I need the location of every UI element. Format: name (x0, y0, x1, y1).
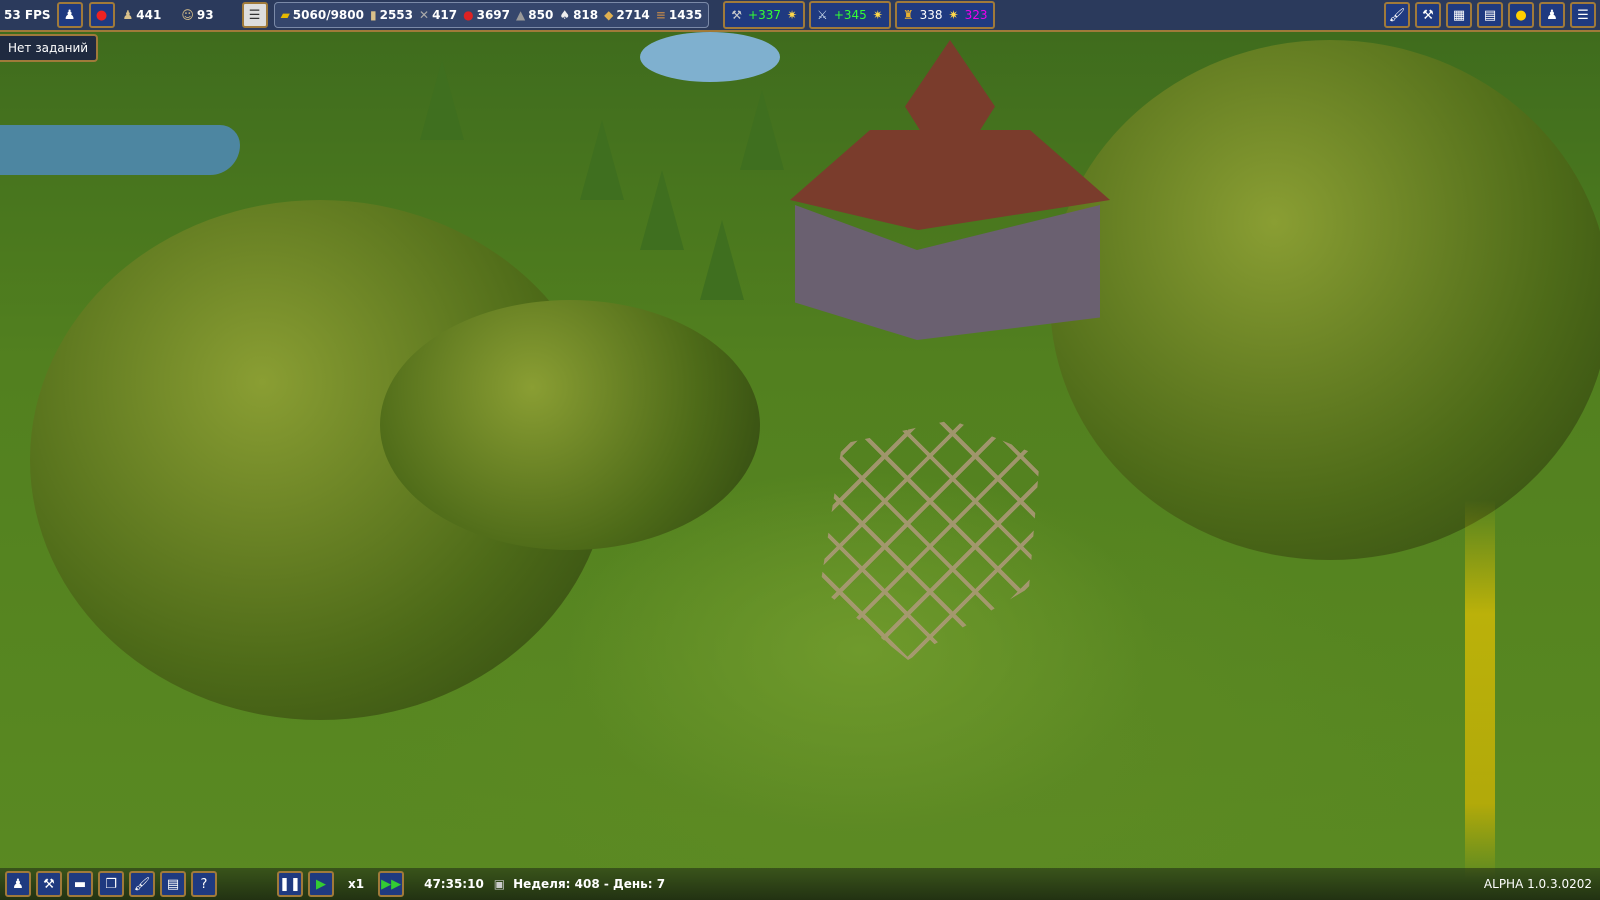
cards-button[interactable]: ❐ (98, 871, 124, 897)
menu-button[interactable]: ☰ (1570, 2, 1596, 28)
brush-button[interactable]: 🖌 (129, 871, 155, 897)
alert-icon: ● (95, 7, 108, 23)
sparkle-icon: ✷ (872, 8, 883, 22)
production-bonus[interactable]: ⚒ +337 ✷ (723, 1, 806, 29)
lake (640, 32, 780, 82)
coins-icon: ● (1515, 7, 1527, 23)
forest-center (380, 300, 760, 550)
trade-button[interactable]: ● (1508, 2, 1534, 28)
advisor-icon: ♟ (1546, 7, 1558, 23)
smiley-icon: ☺ (181, 8, 194, 22)
population-stat: ♟ 441 (122, 8, 162, 22)
swords-icon: ⚔ (817, 8, 828, 22)
population-button[interactable]: ♟ (5, 871, 31, 897)
map-button[interactable]: ▤ (1477, 2, 1503, 28)
tasks-panel[interactable]: Нет заданий (0, 34, 99, 62)
people-icon: ♟ (122, 8, 134, 22)
question-icon: ? (200, 876, 208, 892)
game-time: 47:35:10 (424, 877, 484, 891)
resource-wood: ▮ 2553 (369, 8, 413, 22)
tools-icon: ✕ (419, 8, 430, 22)
game-date: Неделя: 408 - День: 7 (513, 877, 666, 891)
play-icon: ▶ (316, 876, 326, 892)
forest-right (1050, 40, 1600, 560)
resource-particles (1465, 500, 1495, 880)
help-button[interactable]: ? (191, 871, 217, 897)
pause-button[interactable]: ❚❚ (277, 871, 303, 897)
hammer-icon: ⚒ (1422, 7, 1434, 23)
resources-bar[interactable]: ▰ 5060/9800 ▮ 2553 ✕ 417 ● 3697 ▲ 850 ♠ 818 ◆ 2… (273, 2, 710, 28)
bread-icon: ◆ (604, 8, 614, 22)
walls-button[interactable]: ▦ (1446, 2, 1472, 28)
gold-icon: ▰ (280, 8, 290, 22)
advisor-button[interactable]: ♟ (1539, 2, 1565, 28)
pine-tree (420, 60, 464, 140)
calendar-icon: ▣ (493, 877, 506, 891)
play-button[interactable]: ▶ (308, 871, 334, 897)
brush-icon: 🖌 (1388, 7, 1406, 23)
resource-gold: ▰ 5060/9800 (280, 8, 364, 22)
wood-icon: ▮ (369, 8, 377, 22)
bottom-bar: ♟ ⚒ ▬ ❐ 🖌 ▤ ? ❚❚ ▶ x1 ▶▶ 47:35:10 ▣ Неде… (0, 868, 1600, 900)
top-right-buttons: 🖌 ⚒ ▦ ▤ ● ♟ ☰ (1384, 2, 1596, 28)
pause-icon: ❚❚ (279, 876, 301, 892)
resource-clothes: ♠ 818 (559, 8, 599, 22)
resources-button[interactable]: ▬ (67, 871, 93, 897)
planks-icon: ▬ (73, 876, 87, 892)
population-button[interactable]: ♟ (56, 2, 83, 28)
sparkle-icon: ✷ (786, 8, 798, 22)
clothes-icon: ♠ (559, 8, 571, 22)
river (0, 125, 240, 175)
map-icon: ▤ (166, 876, 180, 892)
build-button[interactable]: ⚒ (1415, 2, 1441, 28)
people-icon: ♟ (12, 876, 24, 892)
faith-bonus[interactable]: ♜ 338 ✷ 323 (894, 1, 996, 29)
pine-tree (740, 90, 784, 170)
build-button[interactable]: ⚒ (36, 871, 62, 897)
top-bar: 53 FPS ♟ ● ♟ 441 ☺ 93 ☰ ▰ 5060/9800 ▮ 2553 ✕… (0, 0, 1600, 32)
speed-indicator: x1 (348, 877, 365, 891)
fast-forward-button[interactable]: ▶▶ (378, 871, 405, 897)
cards-icon: ❐ (105, 876, 117, 892)
sparkle-icon: ✷ (948, 8, 959, 22)
map-button[interactable]: ▤ (160, 871, 186, 897)
berries-icon: ● (463, 8, 474, 22)
building-tower[interactable] (905, 40, 995, 135)
resource-planks: ≡ 1435 (655, 8, 703, 22)
hammer-icon: ⚒ (43, 876, 55, 892)
pine-tree (580, 120, 624, 200)
happiness-stat: ☺ 93 (181, 8, 214, 22)
military-bonus[interactable]: ⚔ +345 ✷ (809, 1, 891, 29)
fast-forward-icon: ▶▶ (381, 876, 402, 892)
map-icon: ▤ (1483, 7, 1497, 23)
list-icon: ☰ (248, 7, 261, 23)
alert-button[interactable]: ● (88, 2, 115, 28)
planks-icon: ≡ (655, 8, 666, 22)
fps-counter: 53 FPS (4, 8, 51, 22)
pine-tree (700, 220, 744, 300)
game-world-view[interactable] (0, 0, 1600, 900)
brush-icon: 🖌 (133, 876, 151, 892)
construction-scaffold[interactable] (820, 420, 1040, 660)
resource-bread: ◆ 2714 (604, 8, 650, 22)
faith-icon: ♜ (902, 8, 914, 22)
resources-list-button[interactable]: ☰ (241, 2, 268, 28)
resource-stone: ▲ 850 (516, 8, 554, 22)
wall-icon: ▦ (1452, 7, 1466, 23)
version-label: ALPHA 1.0.3.0202 (1483, 877, 1592, 891)
pine-tree (640, 170, 684, 250)
hammer-icon: ⚒ (731, 8, 743, 22)
brush-button[interactable]: 🖌 (1384, 2, 1410, 28)
stone-icon: ▲ (516, 8, 526, 22)
menu-icon: ☰ (1577, 7, 1589, 23)
people-icon: ♟ (63, 7, 76, 23)
resource-berries: ● 3697 (463, 8, 511, 22)
resource-tools: ✕ 417 (419, 8, 458, 22)
